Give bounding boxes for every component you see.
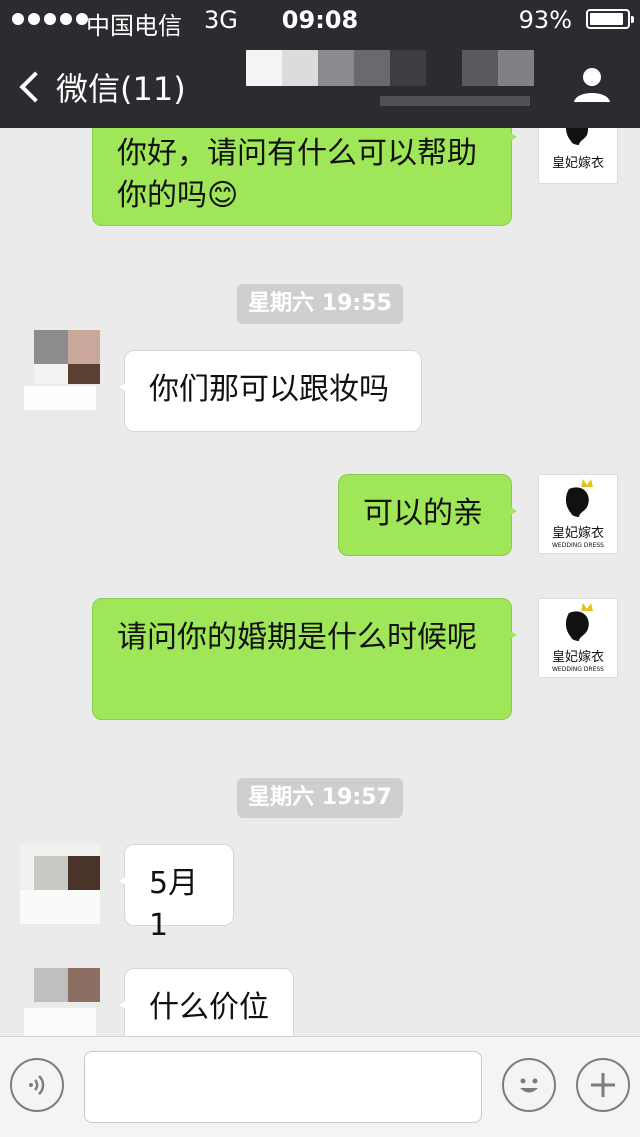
self-avatar[interactable]: 皇妃嫁衣 WEDDING DRESS — [538, 598, 618, 678]
timestamp-badge: 星期六 19:55 — [237, 284, 403, 324]
back-button[interactable]: 微信(11) — [18, 64, 186, 110]
input-bar — [0, 1036, 640, 1137]
svg-text:WEDDING DRESS: WEDDING DRESS — [552, 666, 604, 673]
message-text: 什么价位 — [149, 990, 269, 1025]
message-bubble-incoming[interactable]: 5月1 — [119, 844, 234, 943]
bride-logo-icon: 皇妃嫁衣 — [552, 128, 604, 171]
svg-text:WEDDING DRESS: WEDDING DRESS — [552, 542, 604, 549]
bride-logo-icon: 皇妃嫁衣 WEDDING DRESS — [552, 479, 604, 549]
battery-icon — [586, 9, 634, 29]
message-bubble-outgoing[interactable]: 可以的亲 — [338, 474, 517, 556]
bride-logo-icon: 皇妃嫁衣 WEDDING DRESS — [552, 603, 604, 673]
message-bubble-incoming[interactable]: 你们那可以跟妆吗 — [119, 350, 422, 432]
emoji-icon — [520, 1078, 538, 1093]
navigation-bar: 微信(11) — [0, 40, 640, 128]
contact-avatar[interactable] — [20, 844, 100, 924]
voice-button[interactable] — [10, 1058, 64, 1112]
message-text: 你好，请问有什么可以帮助你的吗😊 — [117, 136, 477, 213]
message-bubble-outgoing[interactable]: 请问你的婚期是什么时候呢 — [92, 598, 517, 720]
contact-avatar[interactable] — [20, 330, 100, 410]
contact-avatar[interactable] — [20, 968, 100, 1036]
svg-text:皇妃嫁衣: 皇妃嫁衣 — [552, 155, 604, 171]
message-text: 5月1 — [149, 866, 199, 943]
message-bubble-outgoing[interactable]: 你好，请问有什么可以帮助你的吗😊 — [92, 128, 517, 226]
person-icon[interactable] — [572, 66, 612, 102]
chat-area[interactable]: 你好，请问有什么可以帮助你的吗😊 皇妃嫁衣 星期六 19:55 你们那可以跟妆吗… — [0, 128, 640, 1036]
timestamp-badge: 星期六 19:57 — [237, 778, 403, 818]
message-bubble-incoming[interactable]: 什么价位 — [119, 968, 294, 1036]
self-avatar[interactable]: 皇妃嫁衣 — [538, 128, 618, 184]
battery-percent: 93% — [518, 6, 572, 34]
status-bar: 中国电信 3G 09:08 93% — [0, 0, 640, 40]
voice-icon — [29, 1075, 45, 1095]
add-button[interactable] — [576, 1058, 630, 1112]
chevron-left-icon — [19, 71, 51, 103]
message-text: 可以的亲 — [363, 496, 483, 531]
chat-title-redacted — [246, 50, 534, 86]
svg-text:皇妃嫁衣: 皇妃嫁衣 — [552, 649, 604, 665]
message-text: 请问你的婚期是什么时候呢 — [117, 620, 477, 655]
top-bar: 中国电信 3G 09:08 93% 微信(11) — [0, 0, 640, 128]
self-avatar[interactable]: 皇妃嫁衣 WEDDING DRESS — [538, 474, 618, 554]
title-redaction-line — [380, 96, 530, 106]
back-label: 微信(11) — [56, 70, 186, 108]
message-text: 你们那可以跟妆吗 — [149, 372, 389, 407]
emoji-button[interactable] — [502, 1058, 556, 1112]
message-input[interactable] — [84, 1051, 482, 1123]
svg-text:皇妃嫁衣: 皇妃嫁衣 — [552, 525, 604, 541]
plus-icon — [591, 1073, 615, 1097]
